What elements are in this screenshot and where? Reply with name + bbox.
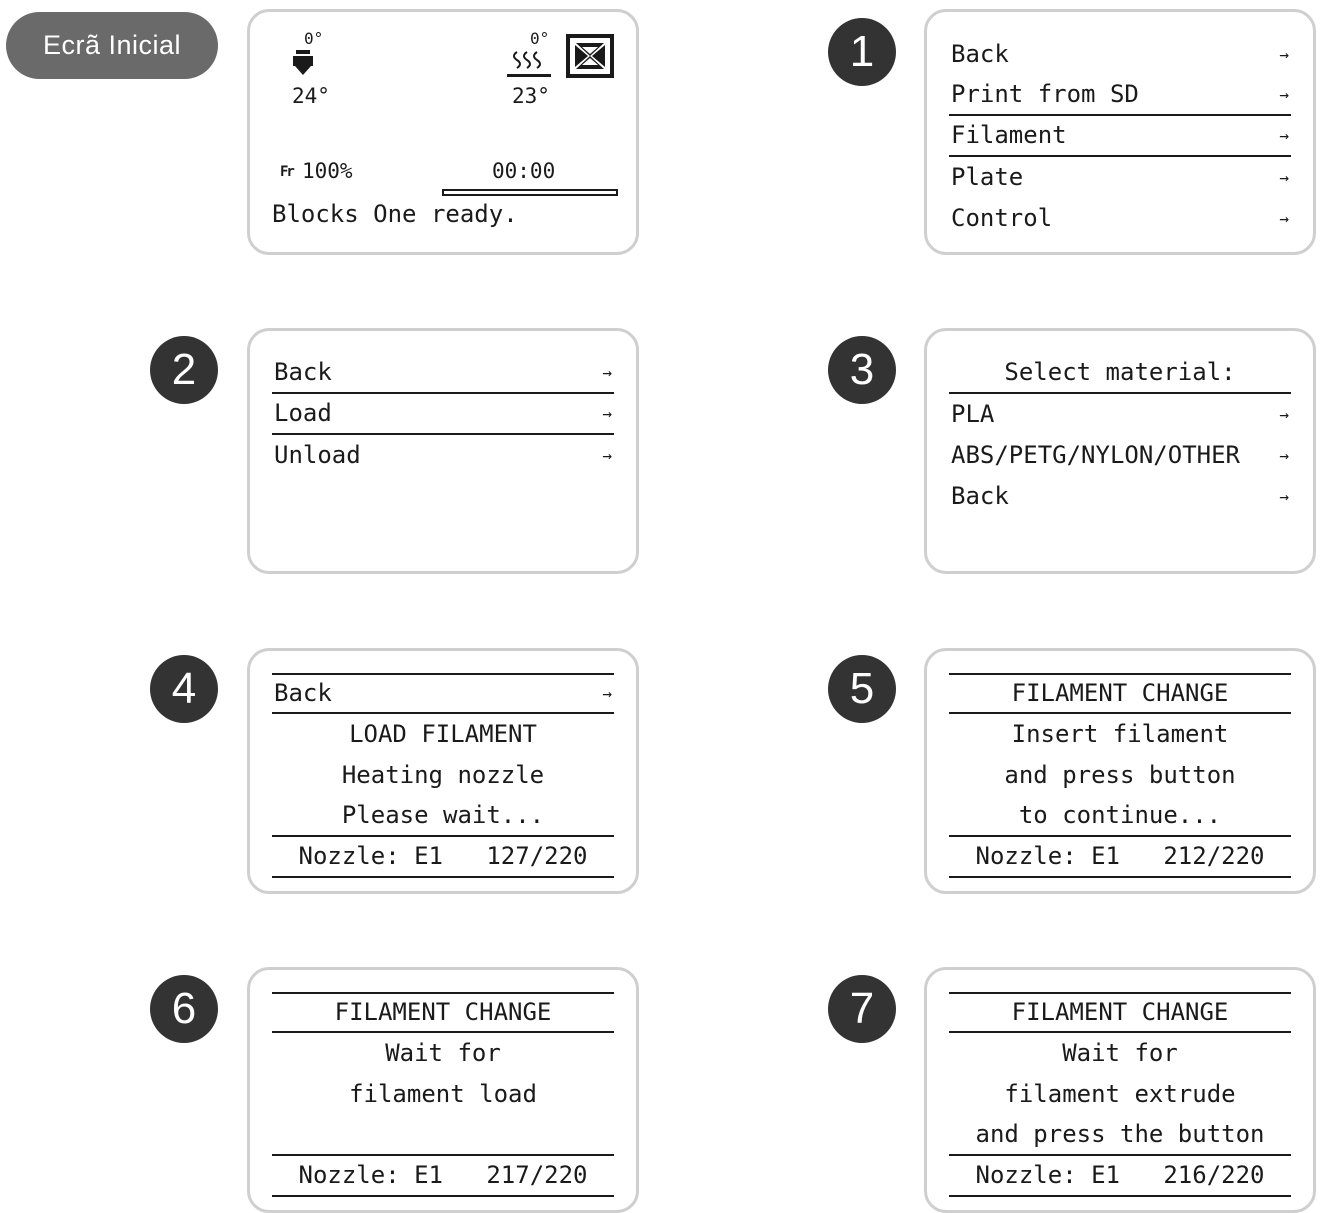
step-badge-1: 1 (828, 18, 896, 86)
menu-item-label: Plate (951, 163, 1024, 191)
nozzle-current-temp: 24° (292, 84, 330, 108)
menu-item-label: Filament (951, 121, 1067, 149)
menu-item-filament[interactable]: Filament → (949, 116, 1291, 157)
filament-change-title: FILAMENT CHANGE (949, 673, 1291, 714)
bed-current-temp: 23° (512, 84, 550, 108)
step-badge-6: 6 (150, 975, 218, 1043)
lcd-filament-change-wait-load: FILAMENT CHANGE Wait for filament load N… (247, 967, 639, 1213)
lcd-main-menu: Back → Print from SD → Filament → Plate → Co… (924, 9, 1316, 255)
menu-item-plate[interactable]: Plate → (949, 157, 1291, 198)
lcd-home-screen: 0° 24° 0° 23° Fr 100% 00:00 Blocks One r… (247, 9, 639, 255)
menu-item-back[interactable]: Back → (949, 476, 1291, 517)
status-line: Please wait... (272, 796, 614, 837)
filament-change-title: FILAMENT CHANGE (272, 992, 614, 1033)
status-line: and press button (1004, 761, 1236, 789)
menu-item-control[interactable]: Control → (949, 198, 1291, 239)
print-time: 00:00 (492, 159, 556, 183)
menu-item-pla[interactable]: PLA → (949, 394, 1291, 435)
right-arrow-icon: → (1279, 85, 1289, 104)
step-badge-5: 5 (828, 655, 896, 723)
right-arrow-icon: → (602, 684, 612, 703)
right-arrow-icon: → (1279, 446, 1289, 465)
menu-item-back[interactable]: Back → (272, 353, 614, 394)
status-line (272, 1115, 614, 1156)
status-line: filament extrude (1004, 1080, 1236, 1108)
lcd-load-filament: Back → LOAD FILAMENT Heating nozzle Pleas… (247, 648, 639, 894)
menu-item-label: Load (274, 399, 332, 427)
menu-item-label: Back (951, 40, 1009, 68)
right-arrow-icon: → (602, 446, 612, 465)
status-line: and press the button (949, 1115, 1291, 1156)
menu-item-label: Print from SD (951, 80, 1139, 108)
status-line: Heating nozzle (341, 761, 545, 789)
step-badge-2: 2 (150, 336, 218, 404)
feedrate-value: 100% (302, 159, 353, 183)
right-arrow-icon: → (1279, 209, 1289, 228)
nozzle-temperature-line: Nozzle: E1 127/220 (272, 837, 614, 878)
menu-item-label: Unload (274, 441, 361, 469)
right-arrow-icon: → (1279, 405, 1289, 424)
menu-item-label: Control (951, 204, 1053, 232)
menu-item-label: Back (951, 482, 1009, 510)
nozzle-target-temp: 0° (304, 29, 324, 48)
bed-target-temp: 0° (530, 29, 550, 48)
menu-item-load[interactable]: Load → (272, 394, 614, 435)
select-material-title: Select material: (949, 353, 1291, 394)
right-arrow-icon: → (602, 363, 612, 382)
status-line: Wait for (1062, 1039, 1178, 1067)
menu-item-unload[interactable]: Unload → (272, 435, 614, 476)
feedrate-icon: Fr (280, 164, 295, 180)
status-line: Insert filament (1011, 720, 1229, 748)
lcd-select-material: Select material: PLA → ABS/PETG/NYLON/OTH… (924, 328, 1316, 574)
nozzle-icon (293, 50, 313, 75)
status-line: to continue... (949, 796, 1291, 837)
nozzle-temperature-line: Nozzle: E1 216/220 (949, 1156, 1291, 1197)
menu-item-label: Back (274, 358, 332, 386)
right-arrow-icon: → (602, 404, 612, 423)
nozzle-temperature-line: Nozzle: E1 212/220 (949, 837, 1291, 878)
load-filament-heading: LOAD FILAMENT (349, 720, 537, 748)
print-progress-bar (442, 189, 618, 196)
home-screen-label: Ecrã Inicial (6, 12, 218, 79)
step-badge-3: 3 (828, 336, 896, 404)
status-message: Blocks One ready. (272, 200, 518, 228)
menu-item-back[interactable]: Back → (272, 673, 614, 714)
lcd-filament-menu: Back → Load → Unload → (247, 328, 639, 574)
menu-item-label: ABS/PETG/NYLON/OTHER (951, 441, 1240, 469)
status-line: Wait for (385, 1039, 501, 1067)
step-badge-4: 4 (150, 655, 218, 723)
menu-item-label: Back (274, 679, 332, 707)
menu-item-label: PLA (951, 400, 995, 428)
right-arrow-icon: → (1279, 487, 1289, 506)
right-arrow-icon: → (1279, 168, 1289, 187)
fan-icon (566, 34, 614, 78)
filament-change-title: FILAMENT CHANGE (949, 992, 1291, 1033)
right-arrow-icon: → (1279, 126, 1289, 145)
heated-bed-icon (507, 51, 551, 77)
menu-item-abs-petg-nylon-other[interactable]: ABS/PETG/NYLON/OTHER → (949, 435, 1291, 476)
lcd-filament-change-insert: FILAMENT CHANGE Insert filament and pres… (924, 648, 1316, 894)
lcd-filament-change-extrude: FILAMENT CHANGE Wait for filament extrud… (924, 967, 1316, 1213)
menu-item-print-from-sd[interactable]: Print from SD → (949, 75, 1291, 116)
menu-item-back[interactable]: Back → (949, 34, 1291, 75)
right-arrow-icon: → (1279, 45, 1289, 64)
nozzle-temperature-line: Nozzle: E1 217/220 (272, 1156, 614, 1197)
step-badge-7: 7 (828, 975, 896, 1043)
status-line: filament load (349, 1080, 537, 1108)
